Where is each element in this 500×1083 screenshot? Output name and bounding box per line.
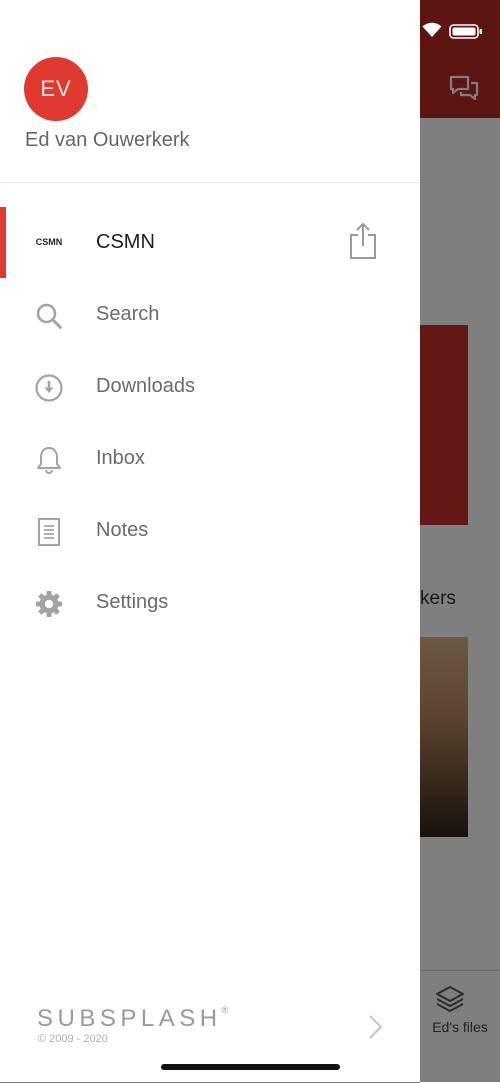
navigation-drawer: EV Ed van Ouwerkerk CSMN CSMN Search Dow…: [0, 0, 420, 1082]
menu-item-inbox[interactable]: Inbox: [0, 423, 420, 495]
download-icon: [34, 373, 64, 403]
wifi-icon: [422, 22, 442, 37]
menu-item-downloads[interactable]: Downloads: [0, 351, 420, 423]
bell-icon: [34, 445, 64, 475]
menu-item-notes[interactable]: Notes: [0, 495, 420, 567]
notes-icon: [34, 517, 64, 547]
subsplash-logo[interactable]: SUBSPLASH®: [37, 1005, 228, 1033]
menu-item-label: Search: [96, 303, 160, 325]
registered-mark: ®: [221, 1005, 229, 1015]
chevron-right-icon[interactable]: [366, 1013, 384, 1041]
search-icon: [34, 301, 64, 331]
menu-item-search[interactable]: Search: [0, 279, 420, 351]
gear-icon: [34, 589, 64, 619]
menu-item-settings[interactable]: Settings: [0, 567, 420, 639]
share-icon[interactable]: [348, 222, 378, 260]
subsplash-wordmark: SUBSPLASH: [37, 1005, 222, 1032]
csmn-logo: CSMN: [35, 237, 63, 247]
avatar[interactable]: EV: [24, 57, 88, 121]
menu-item-label: Settings: [96, 591, 169, 613]
menu-item-label: CSMN: [96, 231, 155, 253]
divider: [0, 182, 420, 183]
menu-item-label: Downloads: [96, 375, 195, 397]
user-name[interactable]: Ed van Ouwerkerk: [25, 129, 190, 152]
home-indicator[interactable]: [161, 1064, 340, 1070]
copyright-text: © 2009 - 2020: [38, 1033, 108, 1045]
menu-item-label: Inbox: [96, 447, 145, 469]
menu-item-label: Notes: [96, 519, 149, 541]
battery-icon: [449, 24, 482, 39]
